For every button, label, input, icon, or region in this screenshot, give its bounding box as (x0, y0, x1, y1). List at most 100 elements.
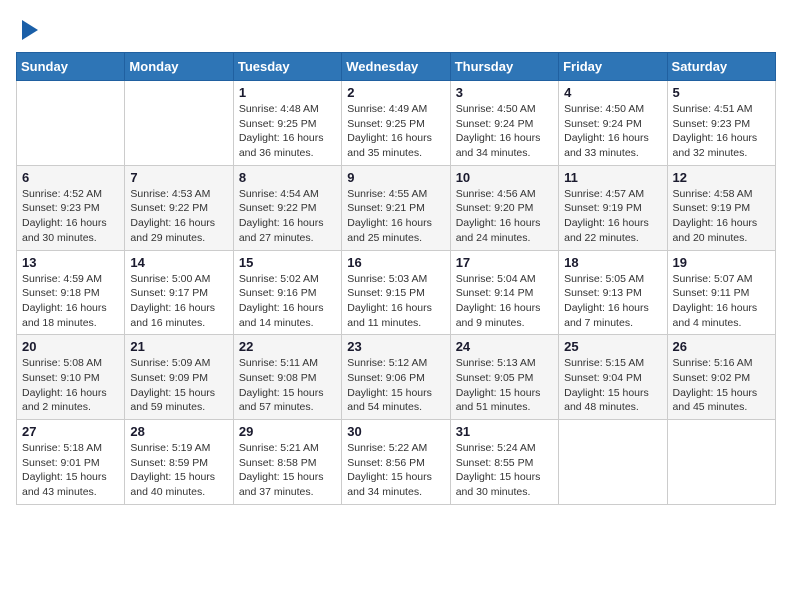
day-number: 14 (130, 255, 227, 270)
day-info: Sunrise: 4:56 AM Sunset: 9:20 PM Dayligh… (456, 187, 553, 246)
weekday-header-saturday: Saturday (667, 53, 775, 81)
calendar-cell: 16 Sunrise: 5:03 AM Sunset: 9:15 PM Dayli… (342, 250, 450, 335)
day-number: 9 (347, 170, 444, 185)
calendar-week-1: 1Sunrise: 4:48 AM Sunset: 9:25 PM Daylig… (17, 81, 776, 166)
weekday-header-monday: Monday (125, 53, 233, 81)
day-info: Sunrise: 4:58 AM Sunset: 9:19 PM Dayligh… (673, 187, 770, 246)
day-info: Sunrise: 5:08 AM Sunset: 9:10 PM Dayligh… (22, 356, 119, 415)
calendar-cell: 13 Sunrise: 4:59 AM Sunset: 9:18 PM Dayli… (17, 250, 125, 335)
weekday-header-tuesday: Tuesday (233, 53, 341, 81)
calendar-week-3: 13 Sunrise: 4:59 AM Sunset: 9:18 PM Dayli… (17, 250, 776, 335)
day-info: Sunrise: 5:13 AM Sunset: 9:05 PM Dayligh… (456, 356, 553, 415)
day-info: Sunrise: 5:07 AM Sunset: 9:11 PM Dayligh… (673, 272, 770, 331)
calendar-cell: 17 Sunrise: 5:04 AM Sunset: 9:14 PM Dayli… (450, 250, 558, 335)
day-number: 6 (22, 170, 119, 185)
day-info: Sunrise: 5:04 AM Sunset: 9:14 PM Dayligh… (456, 272, 553, 331)
calendar-cell: 7 Sunrise: 4:53 AM Sunset: 9:22 PM Daylig… (125, 165, 233, 250)
day-info: Sunrise: 5:11 AM Sunset: 9:08 PM Dayligh… (239, 356, 336, 415)
day-info: Sunrise: 4:52 AM Sunset: 9:23 PM Dayligh… (22, 187, 119, 246)
calendar-cell: 14 Sunrise: 5:00 AM Sunset: 9:17 PM Dayli… (125, 250, 233, 335)
calendar-cell (667, 420, 775, 505)
calendar-cell: 30 Sunrise: 5:22 AM Sunset: 8:56 PM Dayli… (342, 420, 450, 505)
calendar-cell: 25 Sunrise: 5:15 AM Sunset: 9:04 PM Dayli… (559, 335, 667, 420)
day-number: 19 (673, 255, 770, 270)
day-info: Sunrise: 5:03 AM Sunset: 9:15 PM Dayligh… (347, 272, 444, 331)
day-info: Sunrise: 5:18 AM Sunset: 9:01 PM Dayligh… (22, 441, 119, 500)
day-info: Sunrise: 5:12 AM Sunset: 9:06 PM Dayligh… (347, 356, 444, 415)
day-number: 22 (239, 339, 336, 354)
day-info: Sunrise: 5:02 AM Sunset: 9:16 PM Dayligh… (239, 272, 336, 331)
calendar-cell: 3Sunrise: 4:50 AM Sunset: 9:24 PM Daylig… (450, 81, 558, 166)
calendar-cell: 29Sunrise: 5:21 AM Sunset: 8:58 PM Dayli… (233, 420, 341, 505)
logo-icon (18, 16, 42, 44)
day-info: Sunrise: 5:21 AM Sunset: 8:58 PM Dayligh… (239, 441, 336, 500)
calendar-week-4: 20 Sunrise: 5:08 AM Sunset: 9:10 PM Dayli… (17, 335, 776, 420)
calendar-cell: 23Sunrise: 5:12 AM Sunset: 9:06 PM Dayli… (342, 335, 450, 420)
day-number: 20 (22, 339, 119, 354)
calendar-cell: 28 Sunrise: 5:19 AM Sunset: 8:59 PM Dayli… (125, 420, 233, 505)
day-info: Sunrise: 5:00 AM Sunset: 9:17 PM Dayligh… (130, 272, 227, 331)
calendar-cell (125, 81, 233, 166)
calendar-cell: 31 Sunrise: 5:24 AM Sunset: 8:55 PM Dayli… (450, 420, 558, 505)
calendar-cell: 20 Sunrise: 5:08 AM Sunset: 9:10 PM Dayli… (17, 335, 125, 420)
day-info: Sunrise: 4:55 AM Sunset: 9:21 PM Dayligh… (347, 187, 444, 246)
logo (16, 16, 44, 44)
calendar-week-2: 6 Sunrise: 4:52 AM Sunset: 9:23 PM Daylig… (17, 165, 776, 250)
calendar-cell: 15 Sunrise: 5:02 AM Sunset: 9:16 PM Dayli… (233, 250, 341, 335)
day-number: 13 (22, 255, 119, 270)
day-number: 27 (22, 424, 119, 439)
day-number: 12 (673, 170, 770, 185)
calendar-cell (17, 81, 125, 166)
day-info: Sunrise: 5:09 AM Sunset: 9:09 PM Dayligh… (130, 356, 227, 415)
calendar-cell: 27 Sunrise: 5:18 AM Sunset: 9:01 PM Dayli… (17, 420, 125, 505)
day-number: 10 (456, 170, 553, 185)
day-number: 3 (456, 85, 553, 100)
day-number: 7 (130, 170, 227, 185)
day-info: Sunrise: 4:53 AM Sunset: 9:22 PM Dayligh… (130, 187, 227, 246)
day-info: Sunrise: 5:19 AM Sunset: 8:59 PM Dayligh… (130, 441, 227, 500)
calendar-cell: 5 Sunrise: 4:51 AM Sunset: 9:23 PM Daylig… (667, 81, 775, 166)
day-info: Sunrise: 4:54 AM Sunset: 9:22 PM Dayligh… (239, 187, 336, 246)
day-number: 24 (456, 339, 553, 354)
day-number: 16 (347, 255, 444, 270)
day-number: 15 (239, 255, 336, 270)
day-number: 11 (564, 170, 661, 185)
day-number: 18 (564, 255, 661, 270)
day-number: 5 (673, 85, 770, 100)
day-info: Sunrise: 4:49 AM Sunset: 9:25 PM Dayligh… (347, 102, 444, 161)
calendar-cell: 4Sunrise: 4:50 AM Sunset: 9:24 PM Daylig… (559, 81, 667, 166)
day-info: Sunrise: 5:15 AM Sunset: 9:04 PM Dayligh… (564, 356, 661, 415)
day-number: 31 (456, 424, 553, 439)
day-number: 21 (130, 339, 227, 354)
day-number: 17 (456, 255, 553, 270)
day-number: 8 (239, 170, 336, 185)
day-info: Sunrise: 4:51 AM Sunset: 9:23 PM Dayligh… (673, 102, 770, 161)
calendar-cell: 18 Sunrise: 5:05 AM Sunset: 9:13 PM Dayli… (559, 250, 667, 335)
day-number: 28 (130, 424, 227, 439)
day-number: 1 (239, 85, 336, 100)
weekday-header-row: SundayMondayTuesdayWednesdayThursdayFrid… (17, 53, 776, 81)
weekday-header-sunday: Sunday (17, 53, 125, 81)
calendar-cell: 11 Sunrise: 4:57 AM Sunset: 9:19 PM Dayli… (559, 165, 667, 250)
calendar-week-5: 27 Sunrise: 5:18 AM Sunset: 9:01 PM Dayli… (17, 420, 776, 505)
day-info: Sunrise: 5:22 AM Sunset: 8:56 PM Dayligh… (347, 441, 444, 500)
calendar-cell: 8 Sunrise: 4:54 AM Sunset: 9:22 PM Daylig… (233, 165, 341, 250)
calendar-cell (559, 420, 667, 505)
calendar: SundayMondayTuesdayWednesdayThursdayFrid… (16, 52, 776, 505)
day-number: 2 (347, 85, 444, 100)
calendar-cell: 19 Sunrise: 5:07 AM Sunset: 9:11 PM Dayli… (667, 250, 775, 335)
calendar-cell: 22 Sunrise: 5:11 AM Sunset: 9:08 PM Dayli… (233, 335, 341, 420)
day-number: 30 (347, 424, 444, 439)
day-info: Sunrise: 5:24 AM Sunset: 8:55 PM Dayligh… (456, 441, 553, 500)
day-number: 26 (673, 339, 770, 354)
day-info: Sunrise: 4:50 AM Sunset: 9:24 PM Dayligh… (564, 102, 661, 161)
weekday-header-friday: Friday (559, 53, 667, 81)
day-info: Sunrise: 4:57 AM Sunset: 9:19 PM Dayligh… (564, 187, 661, 246)
day-info: Sunrise: 4:59 AM Sunset: 9:18 PM Dayligh… (22, 272, 119, 331)
calendar-cell: 6 Sunrise: 4:52 AM Sunset: 9:23 PM Daylig… (17, 165, 125, 250)
calendar-cell: 10 Sunrise: 4:56 AM Sunset: 9:20 PM Dayli… (450, 165, 558, 250)
page-header (16, 16, 776, 44)
day-number: 25 (564, 339, 661, 354)
day-info: Sunrise: 5:16 AM Sunset: 9:02 PM Dayligh… (673, 356, 770, 415)
day-info: Sunrise: 5:05 AM Sunset: 9:13 PM Dayligh… (564, 272, 661, 331)
